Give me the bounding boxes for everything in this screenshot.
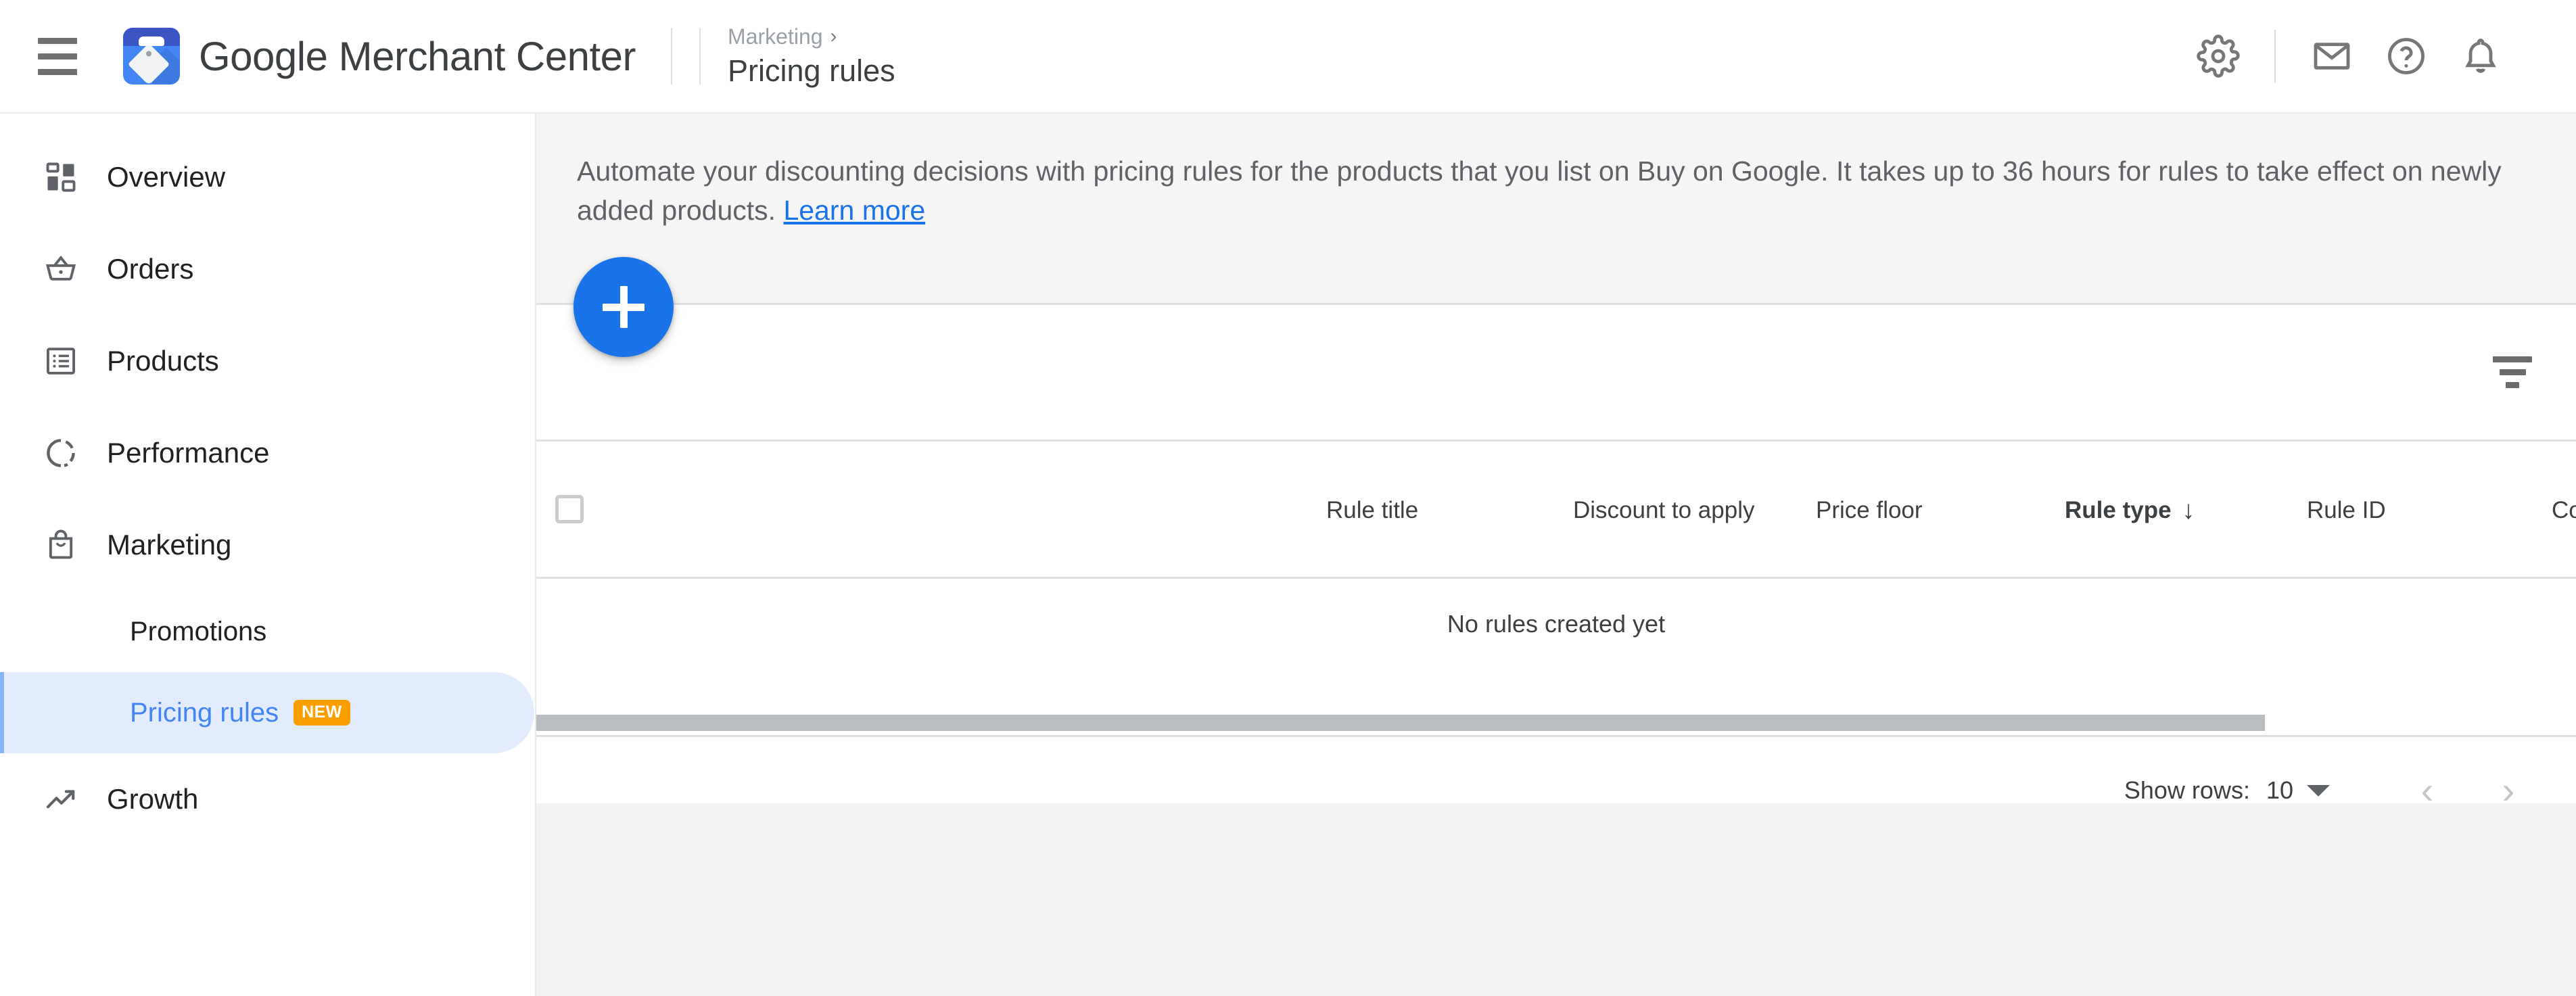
pagination-bar: Show rows: 10 ‹ ›	[536, 735, 2576, 844]
sidebar-item-products[interactable]: Products	[0, 315, 535, 407]
add-pricing-rule-button[interactable]	[573, 257, 674, 357]
sidebar-item-orders[interactable]: Orders	[0, 223, 535, 315]
sidebar-item-label: Overview	[107, 161, 226, 193]
list-icon	[42, 342, 80, 380]
shopping-bag-icon	[42, 526, 80, 564]
page-title: Pricing rules	[728, 53, 895, 88]
chevron-down-icon[interactable]	[2307, 784, 2330, 797]
sidebar-item-label: Pricing rules	[130, 697, 279, 728]
learn-more-link[interactable]: Learn more	[783, 195, 925, 226]
sidebar-item-label: Performance	[107, 437, 270, 469]
empty-state-message: No rules created yet	[1447, 610, 1666, 638]
donut-chart-icon	[42, 434, 80, 472]
info-banner: Automate your discounting decisions with…	[536, 114, 2576, 303]
column-header-price-floor[interactable]: Price floor	[1816, 442, 1923, 579]
sidebar-nav: Overview Orders Products Performance Mar…	[0, 114, 536, 996]
sidebar-item-label: Promotions	[130, 616, 267, 646]
column-header-label: Country	[2552, 496, 2576, 523]
show-rows-label: Show rows:	[2124, 776, 2250, 804]
column-header-label: Price floor	[1816, 496, 1923, 523]
bell-icon[interactable]	[2443, 19, 2518, 93]
table-toolbar	[536, 305, 2576, 442]
hamburger-menu-icon[interactable]	[20, 26, 95, 87]
horizontal-scrollbar-thumb[interactable]	[536, 715, 2265, 731]
next-page-button[interactable]: ›	[2468, 750, 2549, 831]
sidebar-item-performance[interactable]: Performance	[0, 407, 535, 499]
horizontal-scrollbar[interactable]	[536, 711, 2576, 735]
select-all-checkbox[interactable]	[555, 495, 584, 523]
sidebar-item-overview[interactable]: Overview	[0, 131, 535, 223]
column-header-discount-to-apply[interactable]: Discount to apply	[1573, 442, 1754, 579]
brand-title: Google Merchant Center	[199, 33, 636, 80]
gear-icon[interactable]	[2181, 19, 2255, 93]
plus-icon	[619, 286, 628, 328]
dashboard-icon	[42, 158, 80, 196]
main-content: Automate your discounting decisions with…	[536, 114, 2576, 996]
column-header-rule-title[interactable]: Rule title	[1326, 442, 1418, 579]
sidebar-item-label: Growth	[107, 783, 199, 815]
sidebar-item-promotions[interactable]: Promotions	[0, 591, 535, 672]
trending-up-icon	[42, 780, 80, 818]
sidebar-item-label: Products	[107, 345, 219, 377]
header-icon-divider	[2274, 30, 2276, 82]
header-divider	[699, 28, 701, 85]
help-icon[interactable]	[2369, 19, 2443, 93]
column-header-label: Rule type	[2065, 496, 2172, 523]
sidebar-item-label: Marketing	[107, 529, 232, 561]
info-banner-text: Automate your discounting decisions with…	[577, 151, 2518, 230]
table-header-row: Rule title Discount to apply Price floor…	[536, 442, 2576, 579]
column-header-label: Rule title	[1326, 496, 1419, 523]
previous-page-button[interactable]: ‹	[2387, 750, 2468, 831]
app-header: Google Merchant Center Marketing › Prici…	[0, 0, 2576, 114]
brand-google: Google	[199, 33, 328, 79]
basket-icon	[42, 250, 80, 288]
column-header-country[interactable]: Country	[2552, 442, 2576, 579]
hamburger-bar	[38, 53, 77, 60]
show-rows-control: Show rows: 10	[2124, 776, 2330, 805]
sidebar-item-marketing[interactable]: Marketing	[0, 499, 535, 591]
column-header-rule-type[interactable]: Rule type ↓	[2065, 442, 2195, 579]
breadcrumb-parent[interactable]: Marketing	[728, 24, 823, 49]
header-actions	[2181, 19, 2576, 93]
rows-per-page-value[interactable]: 10	[2266, 776, 2293, 805]
merchant-center-logo-icon	[123, 28, 180, 85]
pricing-rules-table-card: Rule title Discount to apply Price floor…	[536, 303, 2576, 809]
column-header-label: Discount to apply	[1573, 496, 1755, 523]
sidebar-item-growth[interactable]: Growth	[0, 753, 535, 845]
status-badge: NEW	[294, 700, 350, 726]
table-empty-row: No rules created yet	[536, 579, 2576, 669]
mail-icon[interactable]	[2295, 19, 2369, 93]
column-header-label: Rule ID	[2307, 496, 2386, 523]
sort-descending-icon: ↓	[2182, 496, 2195, 525]
hamburger-bar	[38, 68, 77, 75]
brand-logo-link[interactable]: Google Merchant Center	[123, 28, 636, 85]
breadcrumb: Marketing › Pricing rules	[728, 24, 895, 89]
header-divider	[671, 28, 673, 85]
sidebar-item-pricing-rules[interactable]: Pricing rules NEW	[0, 672, 534, 753]
column-header-rule-id[interactable]: Rule ID	[2307, 442, 2386, 579]
hamburger-bar	[38, 37, 77, 44]
chevron-right-icon: ›	[830, 25, 837, 47]
filter-icon[interactable]	[2480, 340, 2545, 405]
brand-rest: Merchant Center	[327, 33, 636, 79]
sidebar-item-label: Orders	[107, 253, 194, 285]
